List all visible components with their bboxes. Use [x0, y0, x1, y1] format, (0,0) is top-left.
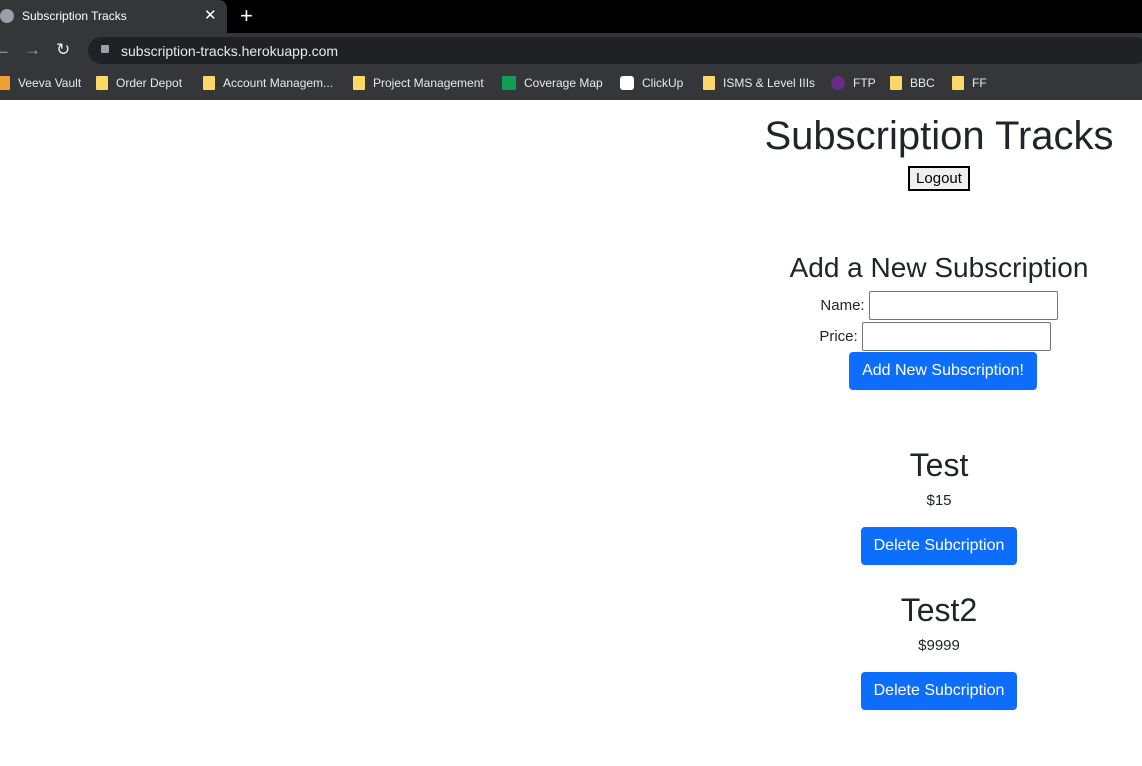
- browser-toolbar: ← → ↻ subscription-tracks.herokuapp.com: [0, 33, 1142, 67]
- name-input[interactable]: [868, 291, 1058, 320]
- reload-icon[interactable]: ↻: [56, 40, 70, 60]
- clickup-icon: [620, 76, 634, 90]
- bookmark-account-management[interactable]: Account Managem...: [203, 76, 333, 90]
- folder-icon: [890, 76, 902, 90]
- globe-icon: [0, 9, 14, 23]
- back-icon[interactable]: ←: [0, 40, 11, 60]
- bookmark-coverage-map[interactable]: Coverage Map: [502, 76, 603, 90]
- subscription-item: Test $15 Delete Subcription: [736, 446, 1142, 565]
- folder-icon: [203, 76, 215, 90]
- bookmark-label: Order Depot: [116, 76, 183, 90]
- folder-icon: [353, 76, 365, 90]
- bookmarks-bar: Veeva Vault Order Depot Account Managem.…: [0, 67, 1142, 100]
- forward-icon[interactable]: →: [24, 40, 41, 60]
- sheets-icon: [502, 76, 516, 90]
- subscription-name: Test: [909, 447, 969, 483]
- page-title: Subscription Tracks: [764, 114, 1114, 158]
- delete-subscription-button[interactable]: Delete Subcription: [860, 527, 1018, 565]
- browser-tab[interactable]: Subscription Tracks ✕: [0, 0, 227, 33]
- bookmark-bbc[interactable]: BBC: [890, 76, 935, 90]
- lock-icon: [101, 45, 109, 53]
- subscription-name: Test2: [900, 592, 978, 628]
- folder-icon: [952, 76, 964, 90]
- name-row: Name:: [736, 291, 1142, 320]
- bookmark-label: Account Managem...: [223, 76, 334, 90]
- close-tab-icon[interactable]: ✕: [204, 6, 217, 24]
- price-label: Price:: [819, 328, 858, 345]
- veeva-icon: [0, 76, 10, 90]
- new-tab-button[interactable]: +: [240, 3, 253, 29]
- bookmark-isms[interactable]: ISMS & Level IIIs: [703, 76, 815, 90]
- subscription-item: Test2 $9999 Delete Subcription: [736, 591, 1142, 710]
- name-label: Name:: [820, 297, 865, 314]
- subscription-price: $9999: [918, 637, 960, 654]
- delete-subscription-button[interactable]: Delete Subcription: [860, 672, 1018, 710]
- folder-icon: [703, 76, 715, 90]
- price-input[interactable]: [861, 322, 1051, 351]
- url-text: subscription-tracks.herokuapp.com: [121, 43, 339, 59]
- subscription-price: $15: [926, 492, 952, 509]
- bookmark-project-management[interactable]: Project Management: [353, 76, 484, 90]
- ftp-icon: [831, 76, 845, 90]
- logout-button[interactable]: Logout: [908, 166, 970, 191]
- bookmark-label: FTP: [853, 76, 876, 90]
- bookmark-clickup[interactable]: ClickUp: [620, 76, 683, 90]
- bookmark-order-depot[interactable]: Order Depot: [96, 76, 182, 90]
- bookmark-label: BBC: [910, 76, 935, 90]
- bookmark-veeva-vault[interactable]: Veeva Vault: [0, 76, 81, 90]
- bookmark-ff[interactable]: FF: [952, 76, 987, 90]
- bookmark-label: FF: [972, 76, 987, 90]
- bookmark-label: Coverage Map: [524, 76, 603, 90]
- bookmark-label: ISMS & Level IIIs: [723, 76, 816, 90]
- bookmark-label: Project Management: [373, 76, 484, 90]
- bookmark-label: Veeva Vault: [18, 76, 82, 90]
- tab-title: Subscription Tracks: [22, 9, 127, 23]
- bookmark-label: ClickUp: [642, 76, 684, 90]
- bookmark-ftp[interactable]: FTP: [831, 76, 876, 90]
- folder-icon: [96, 76, 108, 90]
- tab-strip: Subscription Tracks ✕ +: [0, 0, 1142, 33]
- form-heading: Add a New Subscription: [789, 252, 1089, 283]
- price-row: Price:: [728, 322, 1142, 351]
- address-bar[interactable]: subscription-tracks.herokuapp.com: [88, 37, 1142, 64]
- add-subscription-button[interactable]: Add New Subscription!: [849, 352, 1037, 390]
- page-content: Subscription Tracks Logout Add a New Sub…: [736, 100, 1142, 710]
